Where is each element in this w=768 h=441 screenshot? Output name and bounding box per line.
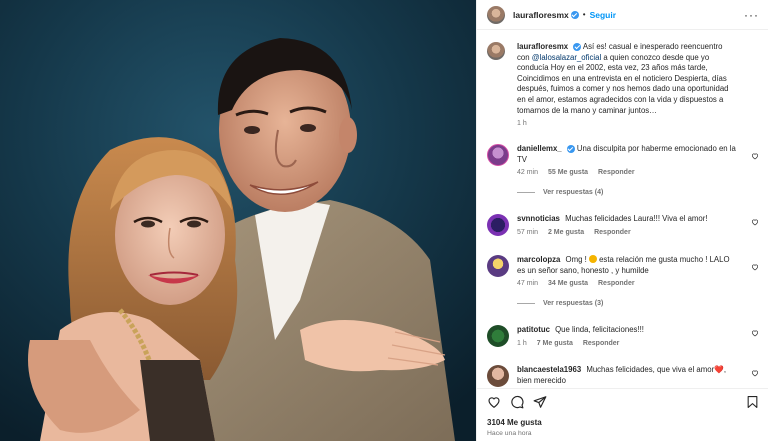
comment-likes[interactable]: 2 Me gusta [548,229,584,236]
crying-emoji-icon [588,255,597,263]
verified-icon [570,10,579,19]
comment-avatar[interactable] [487,325,509,347]
reply-button[interactable]: Responder [594,229,631,236]
comment-avatar[interactable] [487,255,509,277]
comment-text: blancaestela1963 Muchas felicidades, que… [517,365,737,386]
comment-item: blancaestela1963 Muchas felicidades, que… [487,365,759,387]
caption-username[interactable]: laurafloresmx [517,42,568,51]
post-actions: 3104 Me gusta Hace una hora [477,388,768,441]
caption-text: laurafloresmx Así es! casual e inesperad… [517,42,737,116]
separator-dot: • [582,10,586,19]
comment-body: Muchas felicidades Laura!!! Viva el amor… [565,214,708,223]
follow-button[interactable]: Seguir [590,10,616,20]
comment-text: marcolopza Omg ! esta relación me gusta … [517,255,737,276]
comment-likes[interactable]: 55 Me gusta [548,169,588,176]
bookmark-button[interactable] [746,395,759,409]
post-sidebar: laurafloresmx • Seguir ··· laurafloresmx… [476,0,768,441]
post-photo[interactable] [0,0,476,441]
comment-username[interactable]: daniellemx_ [517,144,562,153]
replies-line [517,192,535,194]
comment-meta: 42 min 55 Me gusta Responder [517,169,759,176]
heart-icon[interactable] [751,263,759,271]
view-replies-label: Ver respuestas (4) [543,189,604,197]
post-header: laurafloresmx • Seguir ··· [477,0,768,30]
heart-icon[interactable] [751,369,759,377]
couple-photo-illustration [0,0,476,441]
view-replies-button[interactable]: Ver respuestas (3) [517,300,759,307]
comment-body-pre: Muchas felicidades, que viva el amor [586,365,715,374]
comment-body-pre: Omg ! [565,255,589,264]
comment-body: Que linda, felicitaciones!!! [555,325,644,334]
comment-text: svnnoticias Muchas felicidades Laura!!! … [517,214,737,225]
comment-time: 1 h [517,339,527,347]
heart-icon[interactable] [751,218,759,226]
comment-time: 42 min [517,169,539,177]
comment-time: 47 min [517,280,539,288]
comment-likes[interactable]: 7 Me gusta [537,340,573,347]
view-replies-label: Ver respuestas (3) [543,300,604,308]
comment-item: patitotuc Que linda, felicitaciones!!! 1… [487,325,759,347]
comment-item: daniellemx_ Una disculpita por haberme e… [487,144,759,196]
view-replies-button[interactable]: Ver respuestas (4) [517,189,759,196]
share-icon[interactable] [533,395,547,409]
author-avatar[interactable] [487,5,505,24]
action-icons [487,395,547,409]
verified-icon [566,144,575,153]
caption-avatar[interactable] [487,42,505,60]
comment-avatar[interactable] [487,144,509,166]
comment-item: svnnoticias Muchas felicidades Laura!!! … [487,214,759,236]
bookmark-icon [747,396,758,408]
comment-item: marcolopza Omg ! esta relación me gusta … [487,255,759,307]
reply-button[interactable]: Responder [598,169,635,176]
replies-line [517,303,535,305]
comment-meta: 57 min 2 Me gusta Responder [517,229,759,236]
heart-icon[interactable] [751,329,759,337]
caption-time: 1 h [517,120,527,128]
reply-button[interactable]: Responder [598,280,635,287]
comment-text: daniellemx_ Una disculpita por haberme e… [517,144,737,165]
comment-time: 57 min [517,228,539,236]
more-icon[interactable]: ··· [744,8,759,22]
post-caption: laurafloresmx Así es! casual e inesperad… [487,42,759,127]
verified-icon [573,42,582,51]
comment-meta: 47 min 34 Me gusta Responder [517,280,759,287]
comment-username[interactable]: patitotuc [517,325,550,334]
posted-time: Hace una hora [487,430,532,437]
caption-mention-link[interactable]: @lalosalazar_oficial [532,53,601,62]
comment-username[interactable]: blancaestela1963 [517,365,581,374]
comment-icon[interactable] [510,395,524,409]
comment-likes[interactable]: 34 Me gusta [548,280,588,287]
comment-meta: 1 h 7 Me gusta Responder [517,340,759,347]
comment-avatar[interactable] [487,365,509,387]
comment-username[interactable]: marcolopza [517,255,560,264]
likes-count[interactable]: 3104 Me gusta [487,418,542,427]
like-heart-icon[interactable] [487,395,501,409]
red-heart-emoji: ❤️ [714,365,724,374]
author-username[interactable]: laurafloresmx [513,10,569,20]
comment-text: patitotuc Que linda, felicitaciones!!! [517,325,737,336]
heart-icon[interactable] [751,152,759,160]
comment-username[interactable]: svnnoticias [517,214,560,223]
caption-meta: 1 h [517,120,759,127]
reply-button[interactable]: Responder [583,340,620,347]
comments-list[interactable]: laurafloresmx Así es! casual e inesperad… [477,38,768,388]
comment-avatar[interactable] [487,214,509,236]
